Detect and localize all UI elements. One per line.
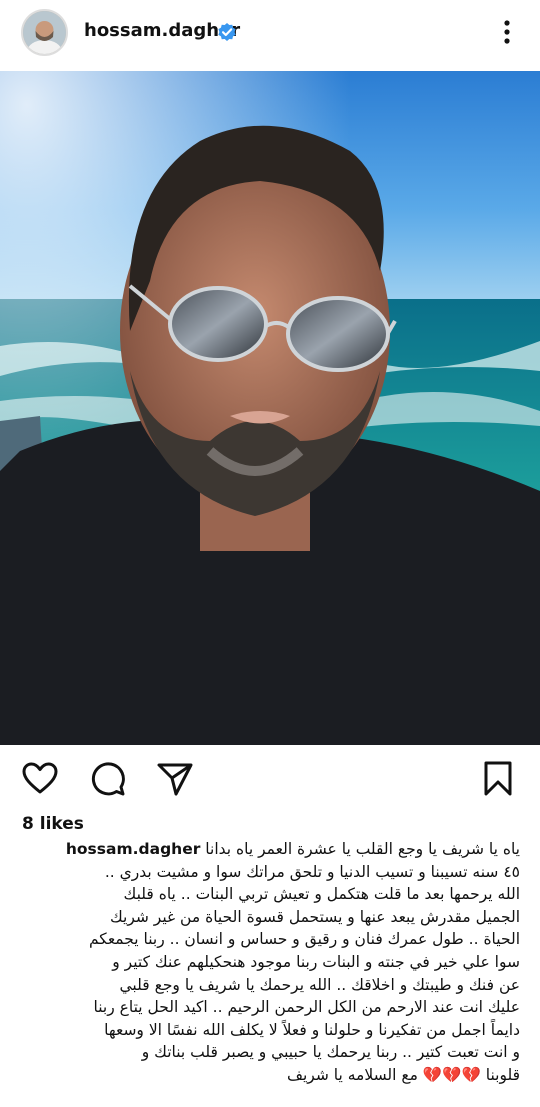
post-header: hossam.dagher: [0, 0, 540, 66]
caption-line: الجميل مقدرش يبعد عنها و يستحمل قسوة الح…: [109, 907, 520, 926]
avatar[interactable]: [21, 9, 68, 56]
heart-icon[interactable]: [20, 759, 60, 799]
bookmark-icon[interactable]: [478, 759, 518, 799]
likes-count[interactable]: 8 likes: [22, 812, 84, 836]
caption-text: قلوبنا: [485, 1065, 520, 1084]
caption-text: مع السلامه يا شريف: [286, 1065, 418, 1084]
more-vertical-icon[interactable]: [496, 14, 518, 50]
caption-username[interactable]: hossam.dagher: [66, 840, 200, 858]
caption-line: و انت تعبت كتير .. ربنا يرحمك يا حبيبي و…: [141, 1043, 520, 1062]
caption-first-line: ياه يا شريف يا وجع القلب يا عشرة العمر ي…: [14, 838, 520, 861]
caption-line: ٤٥ سنه تسيبنا و تسيب الدنيا و تلحق مراتك…: [104, 862, 520, 881]
caption-line: الحياة .. طول عمرك فنان و رقيق و حساس و …: [88, 930, 520, 949]
comment-icon[interactable]: [88, 759, 128, 799]
caption-line: سوا علي خير في جنته و البنات ربنا موجود …: [112, 952, 520, 971]
caption-line: عليك انت عند الارحم من الكل الرحمن الرحي…: [93, 998, 520, 1017]
caption-text: ياه يا شريف يا وجع القلب يا عشرة العمر ي…: [205, 840, 520, 858]
caption-line: دايماً اجمل من تفكيرنا و حلولنا و فعلاً …: [104, 1020, 520, 1039]
caption-line: الله يرحمها بعد ما قلت هتكمل و تعيش تربي…: [123, 885, 521, 904]
caption-line: عن فنك و طيبتك و اخلاقك .. الله يرحمك يا…: [119, 975, 520, 994]
post-photo[interactable]: [0, 71, 540, 745]
send-icon[interactable]: [155, 759, 195, 799]
broken-heart-emojis: 💔💔💔: [422, 1065, 481, 1084]
caption-last-line: قلوبنا 💔💔💔 مع السلامه يا شريف: [14, 1064, 520, 1087]
verified-badge-icon: [217, 22, 237, 42]
post-caption: ياه يا شريف يا وجع القلب يا عشرة العمر ي…: [14, 838, 520, 1087]
post-actions: [0, 745, 540, 813]
